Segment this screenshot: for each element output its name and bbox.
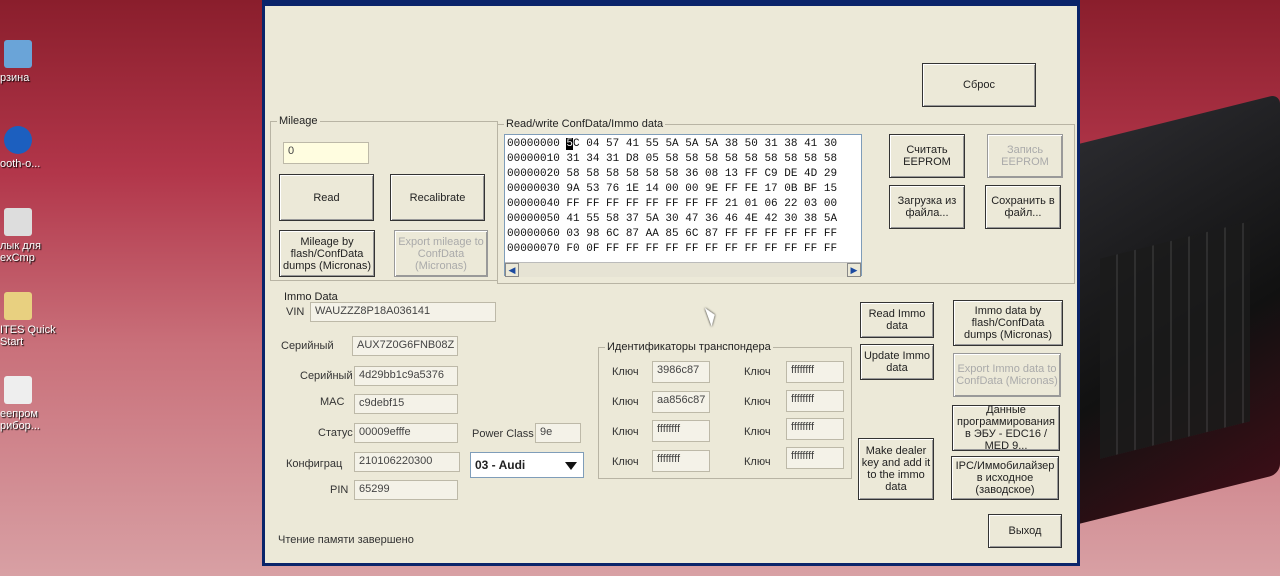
desktop-icon-recycle[interactable]: рзина xyxy=(0,40,70,84)
exit-button[interactable]: Выход xyxy=(988,514,1062,548)
hex-editor[interactable]: 00000000 5C 04 57 41 55 5A 5A 5A 38 50 3… xyxy=(504,134,862,276)
hex-row: 00000030 9A 53 76 1E 14 00 00 9E FF FE 1… xyxy=(507,183,838,195)
mac-label: MAC xyxy=(320,396,345,408)
hex-row: 00000050 41 55 58 37 5A 30 47 36 46 4E 4… xyxy=(507,213,838,225)
desktop-icon-label: ooth-o... xyxy=(0,158,41,170)
recycle-bin-icon xyxy=(4,40,32,68)
hex-row: 00000070 F0 0F FF FF FF FF FF FF FF FF F… xyxy=(507,243,838,255)
mileage-by-flash-button[interactable]: Mileage by flash/ConfData dumps (Microna… xyxy=(279,230,375,277)
status-field[interactable]: 00009efffe xyxy=(354,423,458,443)
mileage-input[interactable]: 0 xyxy=(283,142,369,164)
export-mileage-button[interactable]: Export mileage to ConfData (Micronas) xyxy=(394,230,488,277)
key-label: Ключ xyxy=(744,366,771,378)
key1-field[interactable]: 3986c87 xyxy=(652,361,710,383)
group-label: Mileage xyxy=(277,115,320,127)
key-label: Ключ xyxy=(744,456,771,468)
key6-field[interactable]: ffffffff xyxy=(786,390,844,412)
mac-field[interactable]: c9debf15 xyxy=(354,394,458,414)
status-text: Чтение памяти завершено xyxy=(278,534,414,546)
key-label: Ключ xyxy=(612,396,639,408)
group-label: Идентификаторы транспондера xyxy=(605,341,773,353)
save-file-button[interactable]: Сохранить в файл... xyxy=(985,185,1061,229)
power-class-label: Power Class xyxy=(472,428,534,440)
key7-field[interactable]: ffffffff xyxy=(786,418,844,440)
hex-scrollbar[interactable]: ◀ ▶ xyxy=(505,262,861,277)
make-dealer-key-button[interactable]: Make dealer key and add it to the immo d… xyxy=(858,438,934,500)
status-label: Статус xyxy=(318,427,353,439)
pin-label: PIN xyxy=(330,484,349,496)
group-label: Read/write ConfData/Immo data xyxy=(504,118,666,130)
desktop-icon-bluetooth[interactable]: ooth-o... xyxy=(0,126,70,170)
hex-row: 00000060 03 98 6C 87 AA 85 6C 87 FF FF F… xyxy=(507,228,838,240)
config-field[interactable]: 210106220300 xyxy=(354,452,460,472)
bluetooth-icon xyxy=(4,126,32,154)
serial2-label: Серийный xyxy=(300,370,353,382)
update-immo-button[interactable]: Update Immo data xyxy=(860,344,934,380)
export-immo-button[interactable]: Export Immo data to ConfData (Micronas) xyxy=(953,353,1061,397)
chevron-down-icon[interactable] xyxy=(565,462,577,470)
key-label: Ключ xyxy=(744,396,771,408)
scroll-right-icon[interactable]: ▶ xyxy=(847,263,861,277)
hex-row: 00000000 5C 04 57 41 55 5A 5A 5A 38 50 3… xyxy=(507,138,838,150)
desktop-icon-shortcut[interactable]: лык для exCmp xyxy=(0,208,70,264)
ecu-programming-button[interactable]: Данные программирования в ЭБУ - EDC16 / … xyxy=(952,404,1060,452)
write-eeprom-button[interactable]: Запись EEPROM xyxy=(987,134,1063,178)
key3-field[interactable]: ffffffff xyxy=(652,420,710,442)
shortcut-icon xyxy=(4,208,32,236)
key4-field[interactable]: ffffffff xyxy=(652,450,710,472)
recalibrate-button[interactable]: Recalibrate xyxy=(390,174,485,221)
pin-field[interactable]: 65299 xyxy=(354,480,458,500)
desktop-icon-label: еепром рибор... xyxy=(0,408,40,432)
key5-field[interactable]: ffffffff xyxy=(786,361,844,383)
hex-row: 00000020 58 58 58 58 58 58 36 08 13 FF C… xyxy=(507,168,838,180)
hex-row-text: C 04 57 41 55 5A 5A 5A 38 50 31 38 41 30 xyxy=(573,138,838,150)
scroll-left-icon[interactable]: ◀ xyxy=(505,263,519,277)
key2-field[interactable]: aa856c87 xyxy=(652,391,710,413)
immo-by-flash-button[interactable]: Immo data by flash/ConfData dumps (Micro… xyxy=(953,300,1063,346)
model-select-value: 03 - Audi xyxy=(475,458,526,472)
power-class-field[interactable]: 9e xyxy=(535,423,581,443)
key-label: Ключ xyxy=(612,366,639,378)
model-select[interactable]: 03 - Audi xyxy=(470,452,584,478)
key-label: Ключ xyxy=(744,426,771,438)
hex-row: 00000010 31 34 31 D8 05 58 58 58 58 58 5… xyxy=(507,153,838,165)
serial2-field[interactable]: 4d29bb1c9a5376 xyxy=(354,366,458,386)
vin-label: VIN xyxy=(286,306,305,318)
app-icon xyxy=(4,292,32,320)
title-bar xyxy=(265,0,1077,6)
serial1-label: Серийный xyxy=(281,340,334,352)
key-label: Ключ xyxy=(612,426,639,438)
serial1-field[interactable]: AUX7Z0G6FNB08Z xyxy=(352,336,458,356)
read-eeprom-button[interactable]: Считать EEPROM xyxy=(889,134,965,178)
desktop-icon-quickstart[interactable]: ITES Quick Start xyxy=(0,292,70,348)
desktop-icon-label: ITES Quick Start xyxy=(0,324,56,348)
desktop-icon-label: лык для exCmp xyxy=(0,240,41,264)
reset-button[interactable]: Сброс xyxy=(922,63,1036,107)
vin-field[interactable]: WAUZZZ8P18A036141 xyxy=(310,302,496,322)
load-file-button[interactable]: Загрузка из файла... xyxy=(889,185,965,229)
read-immo-button[interactable]: Read Immo data xyxy=(860,302,934,338)
key8-field[interactable]: ffffffff xyxy=(786,447,844,469)
key-label: Ключ xyxy=(612,456,639,468)
ipc-reset-button[interactable]: IPC/Иммобилайзер в исходное (заводское) xyxy=(951,456,1059,500)
hex-row: 00000040 FF FF FF FF FF FF FF FF 21 01 0… xyxy=(507,198,838,210)
desktop-icon-label: рзина xyxy=(0,72,30,84)
laptop-photo xyxy=(1070,93,1280,527)
desktop-icon-eeprom[interactable]: еепром рибор... xyxy=(0,376,70,432)
read-mileage-button[interactable]: Read xyxy=(279,174,374,221)
document-icon xyxy=(4,376,32,404)
config-label: Конфиграц xyxy=(286,458,343,470)
